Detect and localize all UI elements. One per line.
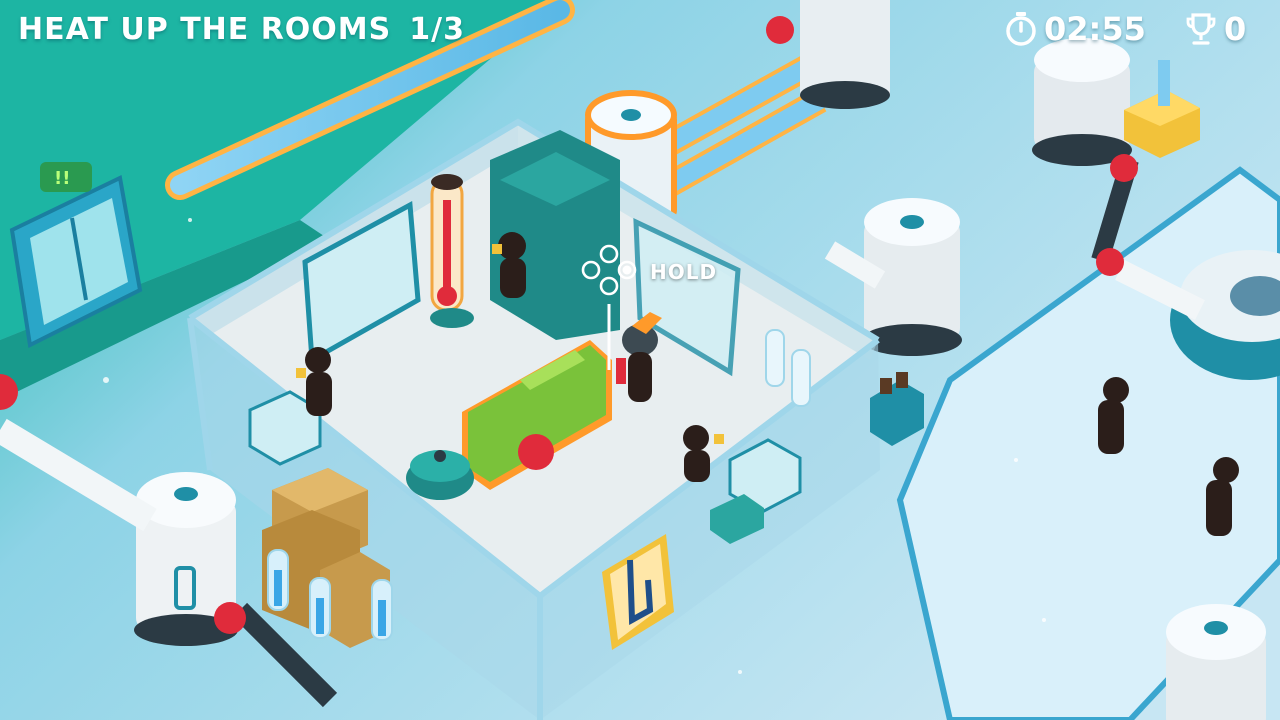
hold-prompt: HOLD: [580, 244, 717, 300]
trophy-count: 0: [1224, 10, 1247, 48]
svg-text:!!: !!: [54, 168, 70, 189]
objective-banner: HEAT UP THE ROOMS 1/3: [18, 12, 465, 47]
stopwatch-icon: [1006, 12, 1036, 46]
boiler: [406, 450, 474, 500]
tank-bottom-right: [1166, 604, 1266, 720]
objective-title: HEAT UP THE ROOMS: [18, 12, 392, 47]
tank-right-1: [1032, 38, 1132, 166]
objective-progress: 1/3: [409, 12, 465, 47]
game-scene: !!: [0, 0, 1280, 720]
trophy-icon: [1186, 13, 1216, 45]
timer: 02:55: [1004, 10, 1146, 48]
tank-top-right: [800, 0, 890, 109]
trophy-counter: 0: [1186, 10, 1246, 48]
timer-value: 02:55: [1044, 10, 1146, 48]
gamepad-face-buttons-icon: [581, 244, 637, 296]
hold-label: HOLD: [650, 260, 718, 284]
